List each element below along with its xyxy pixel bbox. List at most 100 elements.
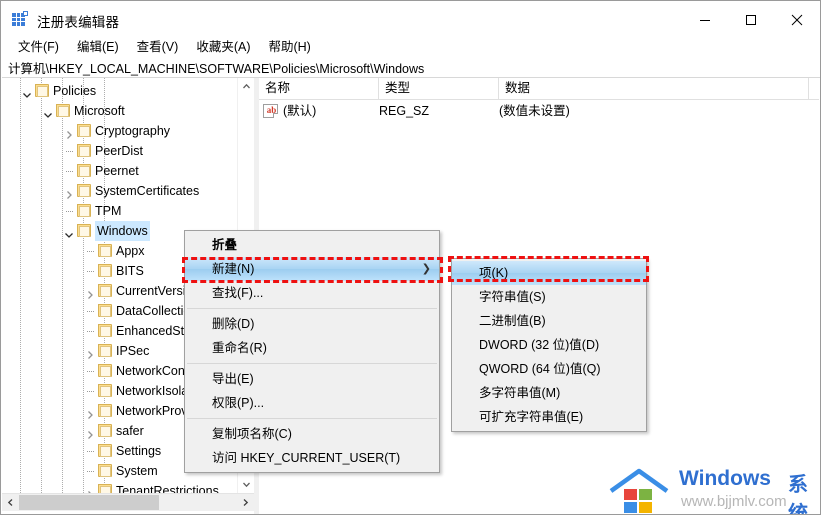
menu-bar: 文件(F) 编辑(E) 查看(V) 收藏夹(A) 帮助(H): [1, 34, 320, 56]
menu-view[interactable]: 查看(V): [128, 34, 188, 57]
tree-item-systemcertificates[interactable]: SystemCertificates: [2, 181, 238, 201]
chevron-right-icon[interactable]: [85, 426, 95, 439]
chevron-down-icon[interactable]: [64, 226, 74, 238]
tree-connector: [66, 151, 73, 152]
submenu-item[interactable]: 项(K): [452, 261, 646, 285]
watermark-brand: Windows: [679, 467, 771, 490]
scroll-down-icon[interactable]: [238, 476, 254, 493]
tree-item-microsoft[interactable]: Microsoft: [2, 101, 238, 121]
chevron-right-icon[interactable]: [64, 186, 74, 199]
column-type[interactable]: 类型: [379, 78, 499, 99]
hscroll-thumb[interactable]: [19, 495, 159, 510]
folder-icon: [98, 344, 112, 357]
context-menu-item[interactable]: 删除(D): [185, 312, 439, 336]
submenu-item[interactable]: 多字符串值(M): [452, 381, 646, 405]
address-bar[interactable]: 计算机\HKEY_LOCAL_MACHINE\SOFTWARE\Policies…: [2, 55, 820, 78]
tree-item-tpm[interactable]: TPM: [2, 201, 238, 221]
context-menu-item[interactable]: 查找(F)...: [185, 281, 439, 305]
tree-item-label: BITS: [116, 264, 144, 278]
chevron-down-icon[interactable]: [22, 86, 32, 98]
tree-item-peerdist[interactable]: PeerDist: [2, 141, 238, 161]
new-submenu[interactable]: 项(K) 字符串值(S) 二进制值(B) DWORD (32 位)值(D) QWORD …: [451, 258, 647, 432]
tree-horizontal-scrollbar[interactable]: [2, 493, 254, 511]
registry-editor-icon: [11, 10, 30, 29]
submenu-item[interactable]: QWORD (64 位)值(Q): [452, 357, 646, 381]
submenu-item[interactable]: 字符串值(S): [452, 285, 646, 309]
ab-string-icon: ab: [263, 104, 278, 118]
context-menu-item-label: 重命名(R): [212, 341, 267, 355]
context-menu-item[interactable]: 导出(E): [185, 367, 439, 391]
folder-icon: [98, 444, 112, 457]
tree-connector: [66, 211, 73, 212]
submenu-item[interactable]: 二进制值(B): [452, 309, 646, 333]
context-menu-item-label: 查找(F)...: [212, 286, 264, 300]
chevron-right-icon[interactable]: [64, 126, 74, 139]
minimize-button[interactable]: [682, 1, 728, 39]
chevron-right-icon[interactable]: [85, 346, 95, 359]
list-cell-name: (默认): [283, 104, 317, 118]
menu-file[interactable]: 文件(F): [9, 34, 68, 57]
scroll-up-icon[interactable]: [238, 78, 254, 95]
tree-item-label: Windows: [95, 221, 150, 241]
tree-item-label: TenantRestrictions: [116, 484, 219, 493]
context-menu-item[interactable]: 复制项名称(C): [185, 422, 439, 446]
menu-separator: [187, 418, 437, 419]
folder-icon: [77, 204, 91, 217]
menu-separator: [187, 363, 437, 364]
menu-favorites[interactable]: 收藏夹(A): [187, 34, 259, 57]
context-menu-item[interactable]: 访问 HKEY_CURRENT_USER(T): [185, 446, 439, 470]
context-menu-item[interactable]: 重命名(R): [185, 336, 439, 360]
tree-item-policies[interactable]: Policies: [2, 81, 238, 101]
registry-path: 计算机\HKEY_LOCAL_MACHINE\SOFTWARE\Policies…: [8, 62, 425, 76]
watermark: Windows 系统之家 www.bjjmlv.com: [601, 467, 816, 515]
context-menu-item[interactable]: 权限(P)...: [185, 391, 439, 415]
maximize-button[interactable]: [728, 1, 774, 39]
tree-item-tenantrestrictions[interactable]: TenantRestrictions: [2, 481, 238, 493]
close-button[interactable]: [774, 1, 820, 39]
folder-icon: [98, 384, 112, 397]
folder-icon: [98, 284, 112, 297]
tree-item-label: System: [116, 464, 158, 478]
submenu-arrow-icon: ❯: [421, 263, 431, 275]
tree-connector: [87, 311, 94, 312]
tree-item-label: SystemCertificates: [95, 184, 200, 198]
context-menu-item[interactable]: 折叠: [185, 233, 439, 257]
submenu-item[interactable]: DWORD (32 位)值(D): [452, 333, 646, 357]
folder-icon: [98, 424, 112, 437]
tree-item-peernet[interactable]: Peernet: [2, 161, 238, 181]
context-menu[interactable]: 折叠 新建(N) ❯ 查找(F)... 删除(D) 重命名(R) 导出(E) 权限(P)...…: [184, 230, 440, 473]
folder-icon: [35, 84, 49, 97]
menu-edit[interactable]: 编辑(E): [68, 34, 128, 57]
submenu-item-label: 字符串值(S): [479, 290, 546, 304]
chevron-right-icon[interactable]: [85, 406, 95, 419]
tree-item-label: Cryptography: [95, 124, 171, 138]
context-menu-item-label: 删除(D): [212, 317, 255, 331]
folder-icon: [98, 464, 112, 477]
watermark-brand-cn: 系统之家: [788, 472, 808, 515]
folder-icon: [98, 484, 112, 493]
chevron-right-icon[interactable]: [85, 286, 95, 299]
folder-icon: [77, 124, 91, 137]
chevron-right-icon[interactable]: [85, 486, 95, 493]
chevron-down-icon[interactable]: [43, 106, 53, 118]
submenu-item-label: QWORD (64 位)值(Q): [479, 362, 601, 376]
registry-editor-window: 注册表编辑器 文件(F) 编辑(E) 查看(V) 收藏夹(A) 帮助(H) 计算机\HK…: [0, 0, 821, 515]
folder-icon: [77, 164, 91, 177]
list-item[interactable]: ab (默认) REG_SZ (数值未设置): [259, 101, 819, 121]
submenu-item-label: 二进制值(B): [479, 314, 546, 328]
tree-item-label: Peernet: [95, 164, 139, 178]
tree-item-cryptography[interactable]: Cryptography: [2, 121, 238, 141]
menu-help[interactable]: 帮助(H): [259, 34, 319, 57]
column-data[interactable]: 数据: [499, 78, 809, 99]
tree-connector: [87, 471, 94, 472]
folder-icon: [98, 324, 112, 337]
scroll-right-icon[interactable]: [237, 494, 254, 511]
window-title: 注册表编辑器: [37, 15, 120, 30]
folder-icon: [77, 224, 91, 237]
context-menu-item[interactable]: 新建(N) ❯: [185, 257, 439, 281]
scroll-left-icon[interactable]: [2, 494, 19, 511]
windows-house-logo: [609, 468, 669, 513]
submenu-item[interactable]: 可扩充字符串值(E): [452, 405, 646, 429]
list-cell-data: (数值未设置): [499, 104, 570, 118]
column-name[interactable]: 名称: [259, 78, 379, 99]
